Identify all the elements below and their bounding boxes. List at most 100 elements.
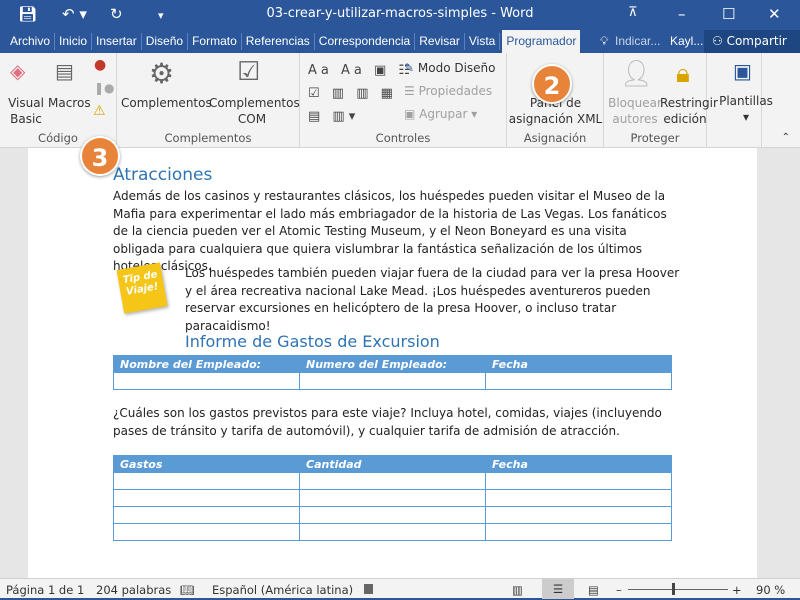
tab-diseno[interactable]: Diseño — [142, 33, 189, 50]
zoom-out-button[interactable]: – — [616, 583, 622, 597]
tab-correspondencia[interactable]: Correspondencia — [315, 33, 416, 50]
table-cell[interactable] — [299, 523, 486, 541]
macros-icon: ▤ — [55, 59, 74, 83]
page-count[interactable]: Página 1 de 1 — [6, 583, 84, 597]
tab-insertar[interactable]: Insertar — [92, 33, 142, 50]
table-cell[interactable] — [299, 489, 486, 507]
label: Modo Diseño — [417, 61, 496, 75]
group-label: Controles — [375, 131, 431, 145]
vertical-scrollbar[interactable] — [783, 148, 800, 578]
zoom-slider[interactable] — [628, 589, 728, 590]
word-count[interactable]: 204 palabras — [96, 583, 171, 597]
label: Agrupar — [419, 107, 468, 121]
table-cell[interactable] — [113, 372, 300, 390]
employee-table: Nombre del Empleado: Numero del Empleado:… — [113, 355, 672, 390]
user-name[interactable]: Kayl... — [670, 30, 703, 53]
lightbulb-icon: 💡︎ — [600, 34, 609, 48]
close-icon[interactable]: ✕ — [768, 5, 781, 23]
bloquear-autores-button[interactable]: Bloquear autores — [606, 95, 664, 127]
callout-3: 3 — [80, 136, 120, 176]
paragraph: ¿Cuáles son los gastos previstos para es… — [113, 406, 662, 438]
complementos-button[interactable]: Complementos — [121, 95, 212, 111]
tab-referencias[interactable]: Referencias — [242, 33, 315, 50]
collapse-ribbon-icon[interactable]: ⌃ — [782, 132, 790, 143]
group-complementos: ⚙ Complementos ☑ Complementos COM Comple… — [117, 53, 300, 148]
table-cell[interactable] — [113, 472, 300, 490]
group-proteger: 👤︎ Bloquear autores 🔒︎ Restringir edició… — [604, 53, 718, 148]
callout-2: 2 — [532, 64, 572, 104]
group-codigo: ◈ Visual Basic ▤ Macros ● ❚● ⚠ Código — [0, 53, 117, 148]
table-cell[interactable] — [485, 506, 672, 524]
macros-button[interactable]: Macros — [48, 95, 91, 111]
label: Plantillas — [719, 94, 773, 108]
pause-icon[interactable]: ❚● — [94, 81, 115, 95]
table-cell[interactable] — [113, 506, 300, 524]
zoom-in-button[interactable]: + — [732, 583, 742, 597]
tell-me-box[interactable]: Indicar... — [615, 30, 660, 53]
content-controls-grid[interactable]: Aa Aa ▣ ☷ ☑ ▥ ▥ ▦ ▤ ▥▾ — [308, 59, 414, 128]
tab-inicio[interactable]: Inicio — [55, 33, 93, 50]
template-icon: ▣ — [733, 59, 752, 83]
table-cell[interactable] — [113, 523, 300, 541]
restrict-lock-icon: 🔒︎ — [676, 59, 690, 89]
group-controles: Aa Aa ▣ ☷ ☑ ▥ ▥ ▦ ▤ ▥▾ ✎ Modo Diseño ☰ Pro… — [300, 53, 507, 148]
zoom-slider-thumb[interactable] — [672, 583, 675, 595]
modo-diseno-button[interactable]: ✎ Modo Diseño — [404, 61, 496, 75]
share-button[interactable]: ⚇ Compartir — [704, 30, 800, 53]
column-header: Numero del Empleado: — [299, 355, 486, 373]
group-label: Complementos — [164, 131, 252, 145]
gears-icon: ⚙ — [149, 57, 175, 90]
block-authors-icon: 👤︎ — [620, 59, 654, 89]
tab-programador[interactable]: Programador — [502, 30, 581, 53]
maximize-icon[interactable]: ☐ — [722, 5, 735, 23]
table-cell[interactable] — [113, 489, 300, 507]
table-cell[interactable] — [299, 472, 486, 490]
print-layout-icon[interactable]: ☰ — [542, 579, 574, 599]
ribbon: ◈ Visual Basic ▤ Macros ● ❚● ⚠ Código ⚙ … — [0, 53, 800, 148]
visual-basic-icon: ◈ — [10, 59, 26, 83]
share-label: Compartir — [726, 34, 787, 48]
agrupar-button[interactable]: ▣ Agrupar ▾ — [404, 107, 477, 121]
complementos-com-button[interactable]: Complementos COM — [209, 95, 300, 127]
table-cell[interactable] — [485, 523, 672, 541]
column-header: Cantidad — [299, 455, 486, 473]
table-cell[interactable] — [299, 372, 486, 390]
propiedades-button[interactable]: ☰ Propiedades — [404, 84, 492, 98]
paragraph: Además de los casinos y restaurantes clá… — [113, 189, 667, 273]
column-header: Fecha — [485, 355, 672, 373]
column-header: Fecha — [485, 455, 672, 473]
person-add-icon: ⚇ — [712, 34, 727, 48]
restringir-edicion-button[interactable]: Restringir edición — [660, 95, 718, 127]
heading-informe: Informe de Gastos de Excursion — [185, 332, 440, 351]
group-label: Asignación — [523, 131, 587, 145]
tab-revisar[interactable]: Revisar — [415, 33, 465, 50]
status-bar: Página 1 de 1 204 palabras 📖︎ Español (A… — [0, 578, 800, 600]
web-layout-icon[interactable]: ▤ — [588, 583, 599, 597]
heading-atracciones: Atracciones — [113, 165, 213, 185]
macro-security-icon[interactable]: ⚠ — [93, 103, 106, 119]
plantillas-button[interactable]: Plantillas ▾ — [707, 93, 785, 125]
label: Propiedades — [418, 84, 493, 98]
tab-formato[interactable]: Formato — [188, 33, 242, 50]
read-mode-icon[interactable]: ▥ — [512, 583, 523, 597]
proofing-icon[interactable]: 📖︎ — [180, 583, 195, 597]
ribbon-display-icon[interactable]: ⊼ — [628, 5, 638, 20]
table-cell[interactable] — [485, 372, 672, 390]
group-plantillas: ▣ Plantillas ▾ — [707, 53, 773, 148]
tab-vista[interactable]: Vista — [465, 33, 501, 50]
language[interactable]: Español (América latina) — [212, 583, 353, 597]
column-header: Gastos — [113, 455, 300, 473]
expenses-table: Gastos Cantidad Fecha — [113, 455, 672, 541]
visual-basic-button[interactable]: Visual Basic — [4, 95, 48, 127]
group-label: Proteger — [630, 131, 680, 145]
tab-archivo[interactable]: Archivo — [6, 33, 56, 50]
zoom-level[interactable]: 90 % — [756, 583, 785, 597]
table-cell[interactable] — [485, 472, 672, 490]
record-macro-icon[interactable]: ● — [94, 57, 106, 73]
table-cell[interactable] — [299, 506, 486, 524]
document-page[interactable]: Atracciones Además de los casinos y rest… — [28, 148, 757, 578]
table-cell[interactable] — [485, 489, 672, 507]
minimize-icon[interactable]: – — [678, 5, 686, 23]
travel-tip-sticker: Tip de Viaje! — [116, 262, 168, 314]
macro-record-icon[interactable] — [364, 584, 373, 594]
